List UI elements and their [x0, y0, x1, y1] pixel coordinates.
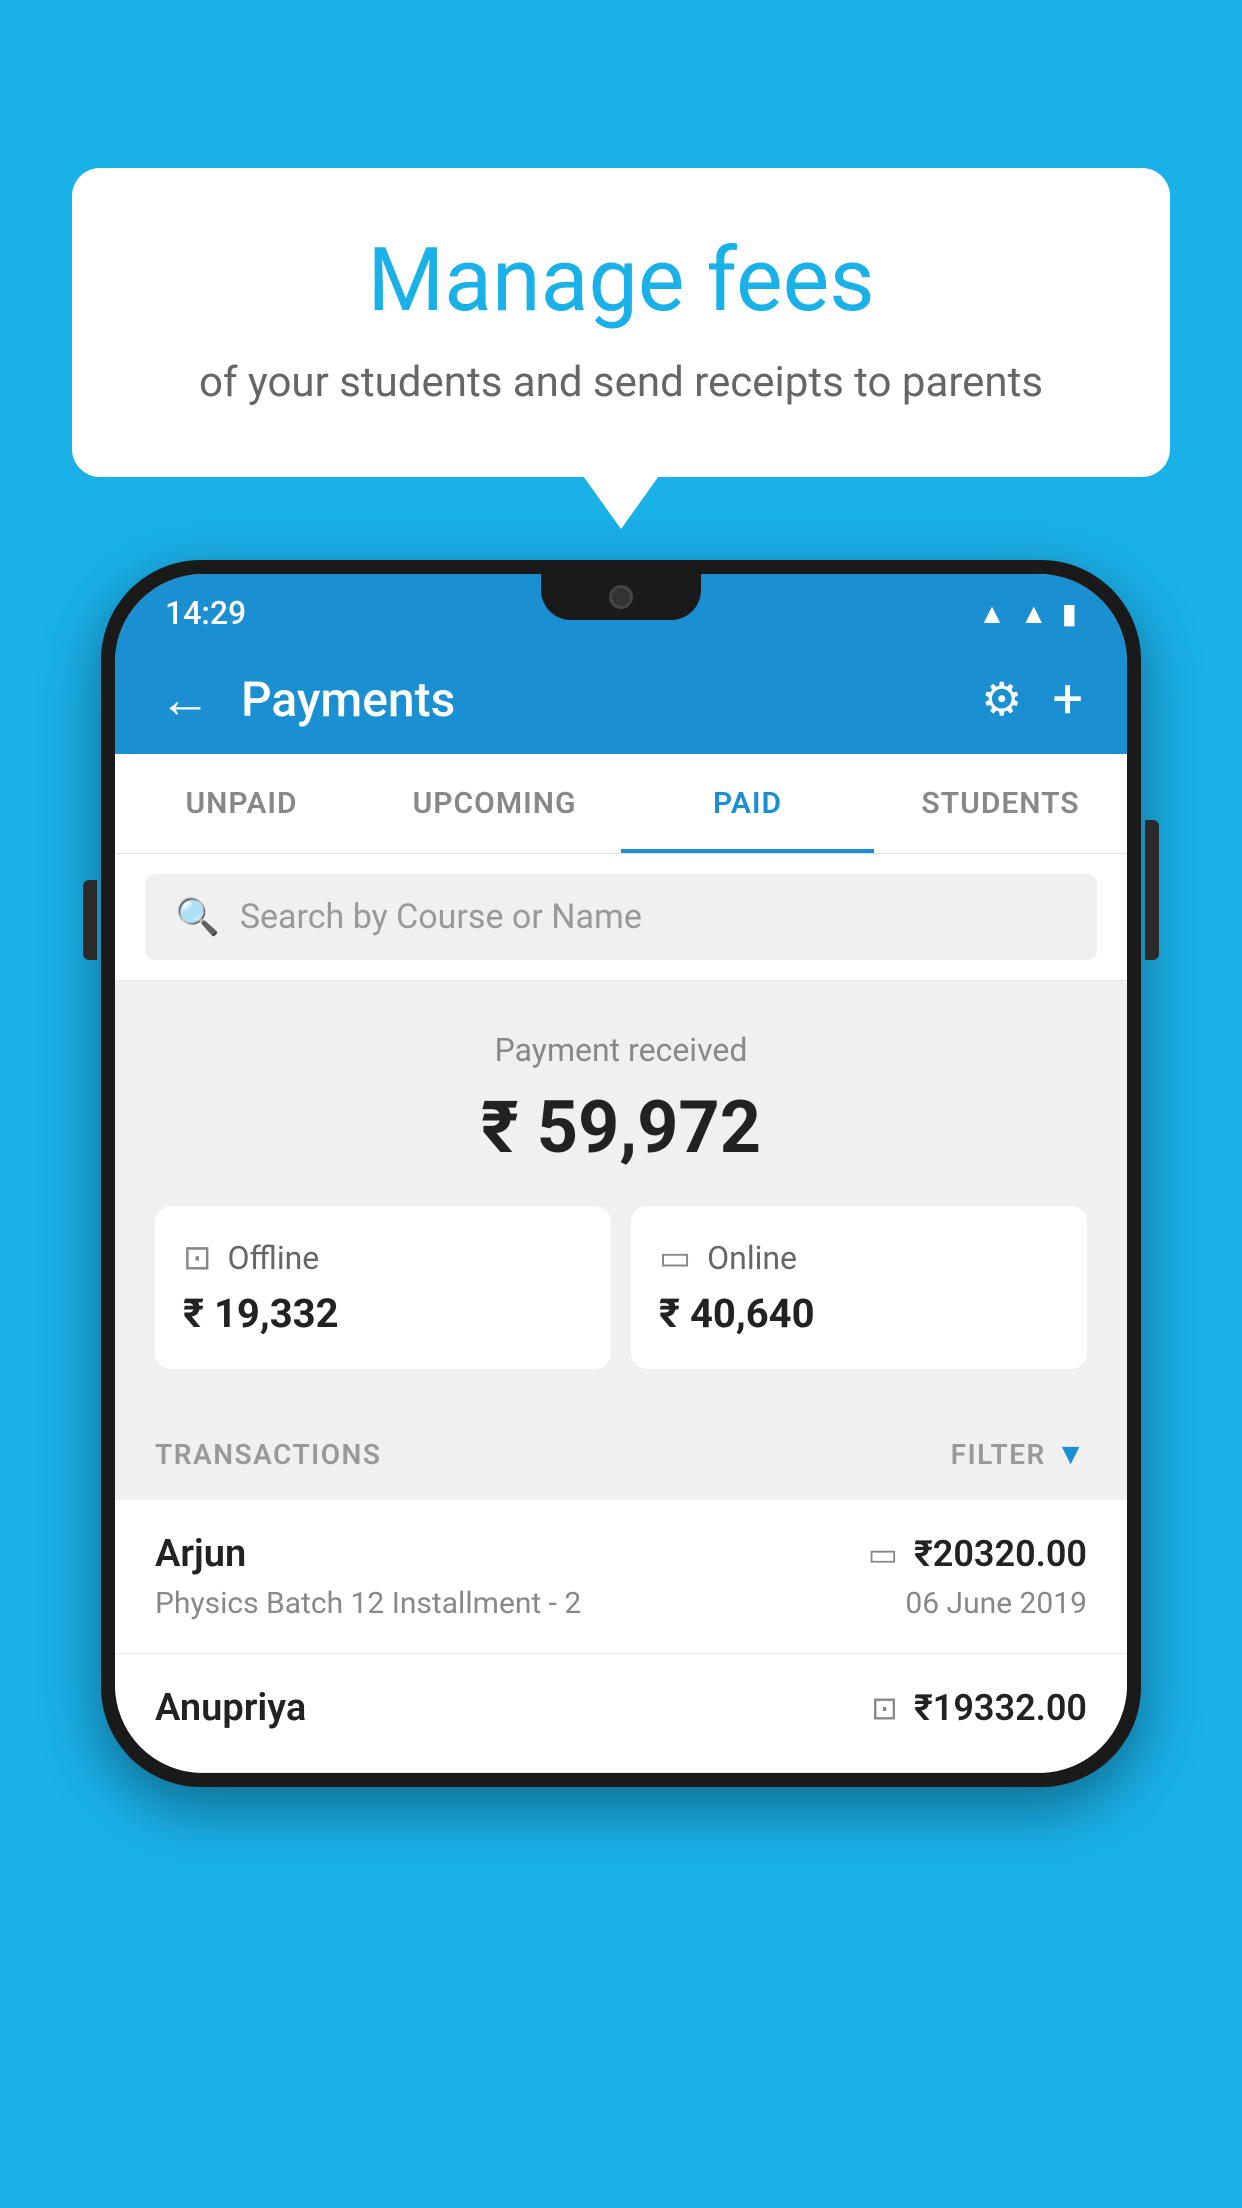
phone-wrapper: 14:29 ▲ ▲ ▮ ← Payments ⚙ + UNPAID [101, 560, 1141, 1787]
offline-amount: ₹ 19,332 [183, 1290, 583, 1337]
search-container: 🔍 Search by Course or Name [115, 854, 1127, 981]
transaction-top-1: Arjun ▭ ₹20320.00 [155, 1532, 1087, 1576]
transaction-top-2: Anupriya ⊡ ₹19332.00 [155, 1686, 1087, 1730]
phone-screen: 14:29 ▲ ▲ ▮ ← Payments ⚙ + UNPAID [115, 574, 1127, 1773]
page-title: Payments [241, 671, 951, 728]
tab-upcoming[interactable]: UPCOMING [368, 754, 621, 853]
tab-students[interactable]: STUDENTS [874, 754, 1127, 853]
battery-icon: ▮ [1062, 597, 1077, 630]
speech-bubble: Manage fees of your students and send re… [72, 168, 1170, 477]
manage-fees-subtitle: of your students and send receipts to pa… [152, 358, 1090, 407]
transaction-amount-2: ₹19332.00 [914, 1687, 1087, 1729]
filter-label: FILTER [951, 1438, 1046, 1471]
add-icon[interactable]: + [1052, 668, 1083, 731]
online-amount: ₹ 40,640 [659, 1290, 1059, 1337]
status-time: 14:29 [165, 594, 246, 632]
search-icon: 🔍 [175, 896, 220, 938]
phone-outer: 14:29 ▲ ▲ ▮ ← Payments ⚙ + UNPAID [101, 560, 1141, 1787]
phone-notch [541, 574, 701, 620]
payment-received-label: Payment received [155, 1031, 1087, 1069]
transactions-label: TRANSACTIONS [155, 1438, 381, 1471]
tab-paid[interactable]: PAID [621, 754, 874, 853]
camera [609, 585, 633, 609]
tab-unpaid[interactable]: UNPAID [115, 754, 368, 853]
status-icons: ▲ ▲ ▮ [978, 597, 1077, 630]
online-card-header: ▭ Online [659, 1238, 1059, 1278]
offline-label: Offline [228, 1239, 320, 1277]
transaction-row-2[interactable]: Anupriya ⊡ ₹19332.00 [115, 1654, 1127, 1773]
transaction-amount-1: ₹20320.00 [914, 1533, 1087, 1575]
online-card: ▭ Online ₹ 40,640 [631, 1206, 1087, 1369]
transaction-date-1: 06 June 2019 [905, 1586, 1087, 1621]
transactions-header: TRANSACTIONS FILTER ▼ [115, 1409, 1127, 1500]
offline-card: ⊡ Offline ₹ 19,332 [155, 1206, 611, 1369]
app-header: ← Payments ⚙ + [115, 644, 1127, 754]
filter-icon: ▼ [1056, 1437, 1087, 1472]
transaction-right-1: ▭ ₹20320.00 [868, 1533, 1087, 1575]
payment-cards: ⊡ Offline ₹ 19,332 ▭ Online ₹ 40,640 [155, 1206, 1087, 1369]
manage-fees-title: Manage fees [152, 228, 1090, 334]
filter-button[interactable]: FILTER ▼ [951, 1437, 1087, 1472]
wifi-icon: ▲ [978, 597, 1006, 630]
gear-icon[interactable]: ⚙ [981, 672, 1022, 727]
online-label: Online [707, 1239, 797, 1277]
student-name-2: Anupriya [155, 1686, 306, 1730]
offline-icon: ⊡ [183, 1238, 212, 1278]
payment-total-amount: ₹ 59,972 [155, 1085, 1087, 1170]
tabs-bar: UNPAID UPCOMING PAID STUDENTS [115, 754, 1127, 854]
search-placeholder: Search by Course or Name [240, 897, 642, 937]
transaction-row-1[interactable]: Arjun ▭ ₹20320.00 Physics Batch 12 Insta… [115, 1500, 1127, 1654]
offline-card-header: ⊡ Offline [183, 1238, 583, 1278]
payment-summary: Payment received ₹ 59,972 ⊡ Offline ₹ 19… [115, 981, 1127, 1409]
transaction-right-2: ⊡ ₹19332.00 [871, 1687, 1087, 1729]
course-name-1: Physics Batch 12 Installment - 2 [155, 1586, 581, 1621]
transaction-bottom-1: Physics Batch 12 Installment - 2 06 June… [155, 1586, 1087, 1621]
student-name-1: Arjun [155, 1532, 246, 1576]
search-box[interactable]: 🔍 Search by Course or Name [145, 874, 1097, 960]
signal-icon: ▲ [1020, 597, 1048, 630]
online-payment-icon-1: ▭ [868, 1535, 898, 1573]
back-button[interactable]: ← [159, 669, 211, 730]
offline-payment-icon-2: ⊡ [871, 1689, 898, 1727]
online-icon: ▭ [659, 1238, 691, 1278]
